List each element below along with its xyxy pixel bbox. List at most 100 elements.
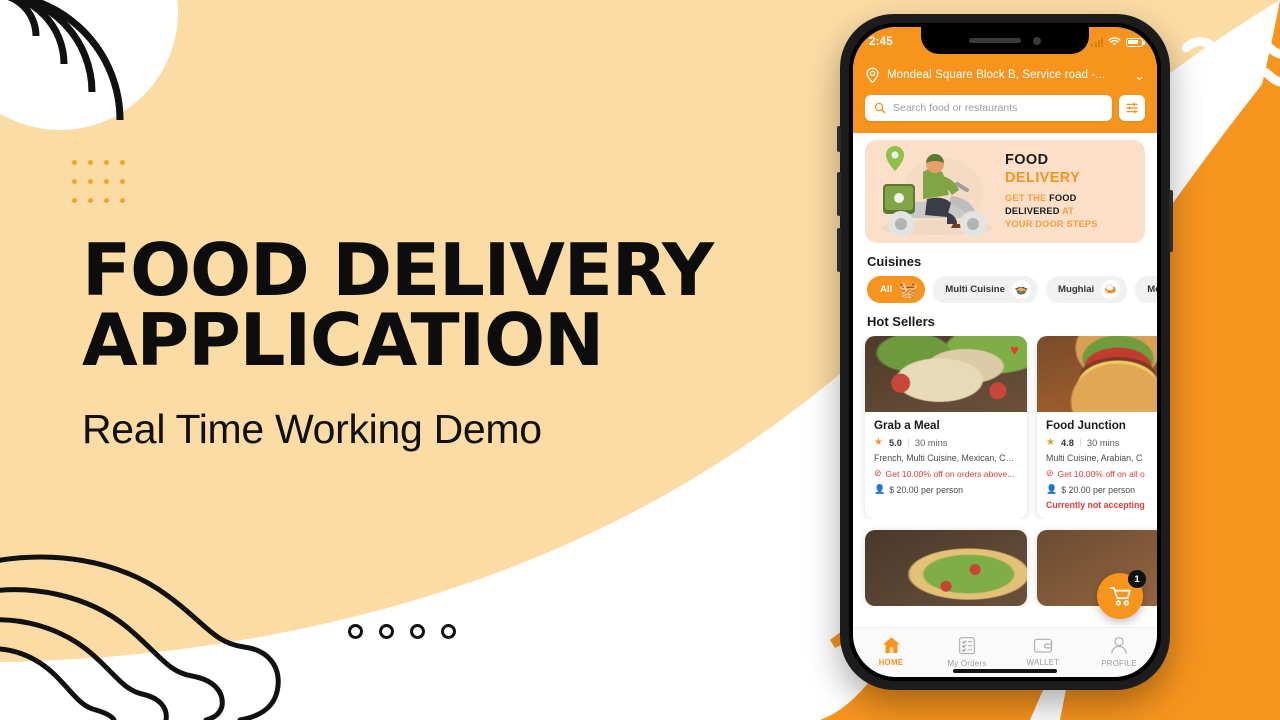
search-input[interactable]: Search food or restaurants — [865, 95, 1112, 121]
offer-text: Get 10.00% off on orders above... — [885, 468, 1015, 479]
offer-text: Get 10.00% off on all o — [1057, 468, 1145, 479]
tab-label: WALLET — [1026, 657, 1060, 667]
multi-cuisine-icon: 🍲 — [1011, 280, 1031, 299]
shopping-cart-icon — [1109, 586, 1131, 606]
location-selector[interactable]: Mondeal Square Block B, Service road -..… — [865, 61, 1145, 89]
search-icon — [874, 102, 886, 114]
restaurant-rating: 5.0 — [888, 437, 902, 448]
restaurant-meta: ★ 5.0 30 mins — [874, 437, 1018, 448]
search-row: Search food or restaurants — [865, 95, 1145, 121]
home-indicator — [953, 669, 1057, 673]
signal-bars-icon — [1091, 37, 1103, 47]
promo-sub-c: DELIVERED — [1005, 206, 1060, 217]
promo-subtitle: GET THE FOOD DELIVERED AT YOUR DOOR STEP… — [1005, 192, 1136, 230]
restaurant-card-list[interactable]: ♥ Grab a Meal ★ 5.0 30 mins French, Mult… — [853, 336, 1157, 519]
tab-wallet[interactable]: WALLET — [1005, 637, 1081, 667]
restaurant-delivery-time: 30 mins — [1086, 437, 1120, 448]
location-pin-icon — [866, 67, 879, 83]
promo-sub-b: FOOD — [1049, 193, 1077, 204]
cuisine-chip-label: Mexican — [1147, 284, 1157, 295]
pagination-dot-2[interactable] — [379, 624, 394, 639]
wallet-icon — [1033, 638, 1053, 653]
delivery-scooter-illustration — [865, 140, 1005, 243]
cuisine-chip-list[interactable]: All 🧺 Multi Cuisine 🍲 Mughlai 🍛 M — [853, 276, 1157, 303]
pagination-dot-1[interactable] — [348, 624, 363, 639]
cuisine-chip-multi-cuisine[interactable]: Multi Cuisine 🍲 — [933, 276, 1038, 303]
promo-sub-d: AT — [1061, 206, 1074, 217]
restaurant-card[interactable]: Food Junction ★ 4.8 30 mins Multi Cuisin… — [1037, 336, 1157, 519]
chevron-down-icon[interactable]: ⌄ — [1134, 69, 1145, 82]
restaurant-price: 👤 $ 20.00 per person — [1046, 484, 1157, 495]
cart-fab-button[interactable]: 1 — [1097, 570, 1146, 619]
pagination-dots[interactable] — [348, 624, 456, 639]
phone-power-button[interactable] — [1169, 190, 1173, 252]
restaurant-delivery-time: 30 mins — [914, 437, 948, 448]
phone-volume-down-button[interactable] — [837, 228, 841, 272]
offer-icon: ⊘ — [874, 468, 882, 478]
restaurant-rating: 4.8 — [1060, 437, 1074, 448]
promo-banner[interactable]: FOOD DELIVERY GET THE FOOD DELIVERED AT … — [865, 140, 1145, 243]
bottom-navigation: HOME My Orders WALLET PROFILE — [853, 627, 1157, 677]
promo-sub-e: YOUR DOOR STEPS — [1005, 219, 1098, 230]
meta-divider — [1079, 438, 1081, 447]
battery-icon — [1126, 37, 1145, 47]
person-icon: 👤 — [874, 484, 886, 494]
phone-mute-button[interactable] — [837, 126, 841, 152]
location-text: Mondeal Square Block B, Service road -..… — [887, 69, 1106, 81]
filter-sliders-icon[interactable] — [1119, 95, 1145, 121]
phone-volume-up-button[interactable] — [837, 172, 841, 216]
star-icon: ★ — [1046, 437, 1055, 448]
restaurant-name: Grab a Meal — [874, 419, 940, 432]
tab-label: PROFILE — [1101, 658, 1137, 668]
cuisine-chip-mexican[interactable]: Mexican 🌮 — [1135, 276, 1157, 303]
tab-label: My Orders — [947, 658, 987, 668]
tab-profile[interactable]: PROFILE — [1081, 636, 1157, 668]
promo-title-1: FOOD — [1005, 152, 1049, 169]
restaurant-tags: Multi Cuisine, Arabian, C — [1046, 453, 1143, 463]
orders-list-icon — [958, 636, 976, 654]
pizza-photo — [865, 530, 1027, 606]
restaurant-name: Food Junction — [1046, 419, 1126, 432]
status-clock: 2:45 — [869, 36, 893, 48]
restaurant-tags: French, Multi Cuisine, Mexican, Chi... — [874, 453, 1018, 463]
cuisine-chip-all[interactable]: All 🧺 — [867, 276, 926, 303]
page-subtitle: Real Time Working Demo — [82, 405, 542, 452]
pagination-dot-3[interactable] — [410, 624, 425, 639]
phone-notch — [921, 27, 1089, 54]
search-placeholder: Search food or restaurants — [893, 102, 1018, 114]
cuisine-chip-mughlai[interactable]: Mughlai 🍛 — [1045, 276, 1128, 303]
restaurant-status-badge: Currently not accepting — [1046, 500, 1145, 510]
slide-canvas: FOOD DELIVERY APPLICATION Real Time Work… — [0, 0, 1280, 720]
meta-divider — [907, 438, 909, 447]
promo-text: FOOD DELIVERY GET THE FOOD DELIVERED AT … — [1005, 152, 1145, 231]
cuisine-chip-label: All — [880, 284, 893, 295]
tab-my-orders[interactable]: My Orders — [929, 636, 1005, 668]
cuisine-chip-label: Mughlai — [1057, 284, 1095, 295]
tab-home[interactable]: HOME — [853, 636, 929, 667]
phone-screen: 2:45 Mondeal Square Block B, Service roa… — [853, 27, 1157, 677]
restaurant-offer: ⊘ Get 10.00% off on orders above... — [874, 468, 1018, 479]
wraps-photo: ♥ — [865, 336, 1027, 412]
restaurant-offer: ⊘ Get 10.00% off on all o — [1046, 468, 1157, 479]
earpiece-speaker-icon — [969, 38, 1021, 43]
promo-sub-a: GET THE — [1005, 193, 1047, 204]
phone-mockup: 2:45 Mondeal Square Block B, Service roa… — [837, 14, 1173, 690]
person-icon — [1111, 636, 1127, 654]
headline-line-1: FOOD DELIVERY — [82, 228, 714, 312]
cuisines-section-title: Cuisines — [867, 254, 922, 269]
restaurant-card[interactable] — [865, 530, 1027, 606]
app-scroll-body[interactable]: FOOD DELIVERY GET THE FOOD DELIVERED AT … — [853, 133, 1157, 627]
pagination-dot-4[interactable] — [441, 624, 456, 639]
restaurant-card[interactable]: ♥ Grab a Meal ★ 5.0 30 mins French, Mult… — [865, 336, 1027, 519]
mughlai-icon: 🍛 — [1101, 280, 1121, 299]
restaurant-meta: ★ 4.8 30 mins — [1046, 437, 1157, 448]
cart-badge-count: 1 — [1128, 570, 1146, 588]
wifi-icon — [1108, 37, 1121, 46]
headline-line-2: APPLICATION — [82, 297, 604, 382]
price-text: $ 20.00 per person — [1061, 484, 1136, 495]
basket-icon: 🧺 — [898, 281, 919, 299]
page-title: FOOD DELIVERY APPLICATION — [82, 228, 742, 382]
person-icon: 👤 — [1046, 484, 1058, 494]
burger-photo — [1037, 336, 1157, 412]
favorite-heart-icon[interactable]: ♥ — [1010, 343, 1019, 358]
